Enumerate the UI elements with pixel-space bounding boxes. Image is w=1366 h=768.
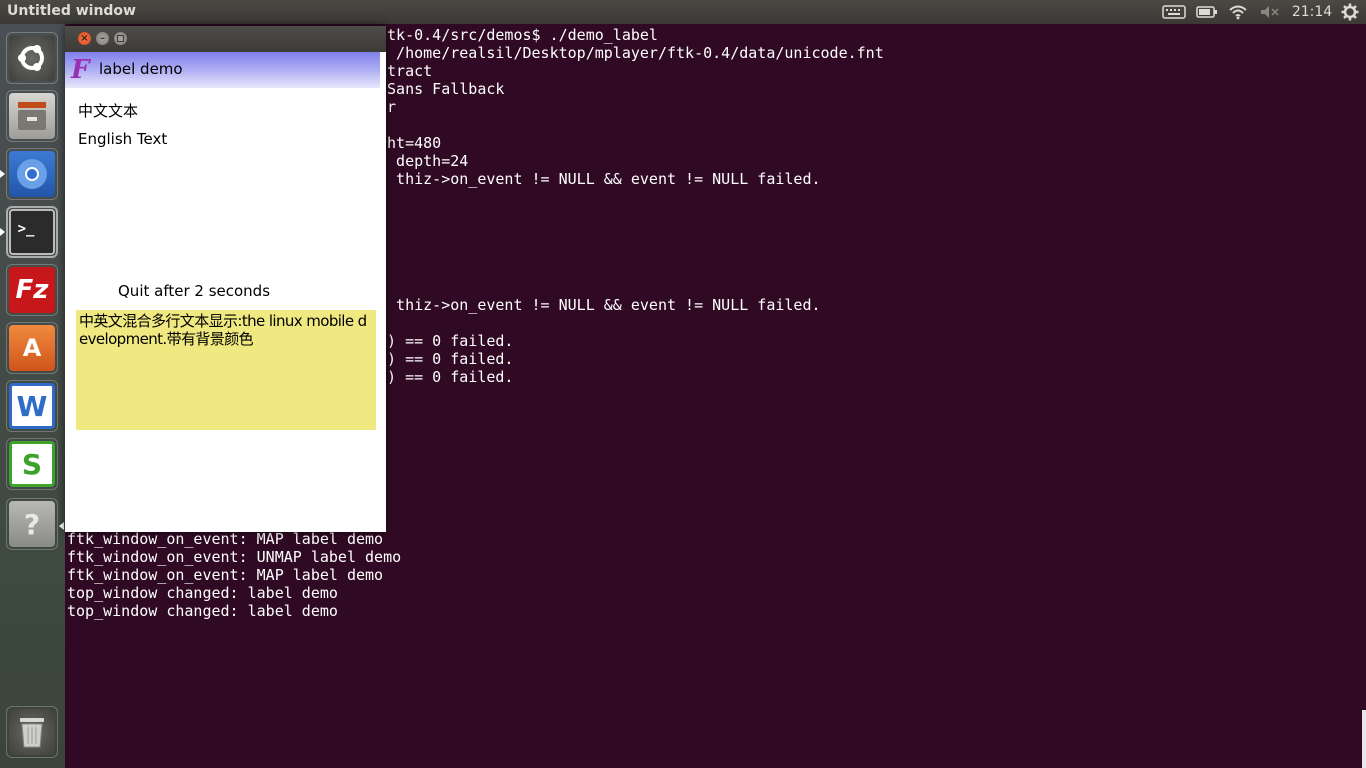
- running-indicator: [0, 170, 5, 178]
- running-indicator: [0, 228, 5, 236]
- chromium-icon: [9, 151, 55, 197]
- unknown-app-button[interactable]: ?: [6, 498, 58, 550]
- window-titlebar[interactable]: × –: [65, 26, 386, 52]
- close-button[interactable]: ×: [78, 32, 91, 45]
- terminal-line: ftk-0.4/src/demos$ ./demo_label: [378, 26, 658, 44]
- ubuntu-dash-button[interactable]: [6, 32, 58, 84]
- battery-icon[interactable]: [1194, 0, 1220, 24]
- chromium-button[interactable]: [6, 148, 58, 200]
- terminal-line: t) == 0 failed.: [378, 350, 514, 368]
- label-demo-window[interactable]: × – F label demo 中文文本 English Text Quit …: [65, 26, 386, 532]
- scrollbar-edge: [1362, 710, 1366, 768]
- help-icon: ?: [9, 501, 55, 547]
- terminal-line: ftk_window_on_event: MAP label demo: [67, 566, 384, 584]
- terminal-icon: >_: [9, 209, 55, 255]
- terminal-line: depth=24: [378, 152, 469, 170]
- software-center-button[interactable]: A: [6, 322, 58, 374]
- filezilla-icon: Fz: [9, 267, 55, 313]
- chinese-label: 中文文本: [78, 102, 139, 120]
- terminal-line: /home/realsil/Desktop/mplayer/ftk-0.4/da…: [378, 44, 884, 62]
- window-title: Untitled window: [7, 3, 136, 19]
- maximize-icon: [117, 35, 124, 42]
- terminal-line: xtract: [378, 62, 433, 80]
- volume-muted-icon[interactable]: [1257, 0, 1281, 24]
- trash-icon: [9, 709, 55, 755]
- app-title: label demo: [99, 60, 183, 78]
- terminal-line: thiz->on_event != NULL && event != NULL …: [378, 296, 821, 314]
- minimize-button[interactable]: –: [96, 32, 109, 45]
- software-center-icon: A: [9, 325, 55, 371]
- terminal-line: ftk_window_on_event: MAP label demo: [67, 530, 384, 548]
- file-manager-button[interactable]: [6, 90, 58, 142]
- english-label: English Text: [78, 130, 168, 148]
- clock[interactable]: 21:14: [1292, 4, 1332, 20]
- wps-writer-icon: W: [9, 383, 55, 429]
- launcher: >_ Fz A W S ?: [0, 24, 66, 768]
- terminal-line: top_window changed: label demo: [67, 584, 338, 602]
- trash-button[interactable]: [6, 706, 58, 758]
- close-icon: ×: [80, 32, 89, 44]
- terminal-line: ftk_window_on_event: UNMAP label demo: [67, 548, 402, 566]
- quit-countdown-label: Quit after 2 seconds: [118, 282, 271, 300]
- wifi-icon[interactable]: [1226, 0, 1250, 24]
- wps-spreadsheets-icon: S: [9, 441, 55, 487]
- multiline-label: 中英文混合多行文本显示:the linux mobile development…: [76, 310, 376, 430]
- wps-spreadsheets-button[interactable]: S: [6, 438, 58, 490]
- running-indicator: [59, 522, 64, 530]
- settings-gear-icon[interactable]: [1338, 0, 1362, 24]
- terminal-line: t) == 0 failed.: [378, 368, 514, 386]
- terminal-button[interactable]: >_: [6, 206, 58, 258]
- ftk-logo-icon: F: [71, 55, 90, 85]
- file-cabinet-icon: [9, 93, 55, 139]
- terminal-line: top_window changed: label demo: [67, 602, 338, 620]
- terminal-line: ght=480: [378, 134, 442, 152]
- filezilla-button[interactable]: Fz: [6, 264, 58, 316]
- terminal-line: t) == 0 failed.: [378, 332, 514, 350]
- top-panel: Untitled window 21:14: [0, 0, 1366, 24]
- app-header: F label demo: [65, 52, 380, 88]
- terminal-line: Sans Fallback: [378, 80, 505, 98]
- minimize-icon: –: [100, 32, 105, 44]
- keyboard-icon[interactable]: [1160, 0, 1188, 24]
- wps-writer-button[interactable]: W: [6, 380, 58, 432]
- terminal-line: thiz->on_event != NULL && event != NULL …: [378, 170, 821, 188]
- ubuntu-logo-icon: [9, 35, 55, 81]
- maximize-button[interactable]: [114, 32, 127, 45]
